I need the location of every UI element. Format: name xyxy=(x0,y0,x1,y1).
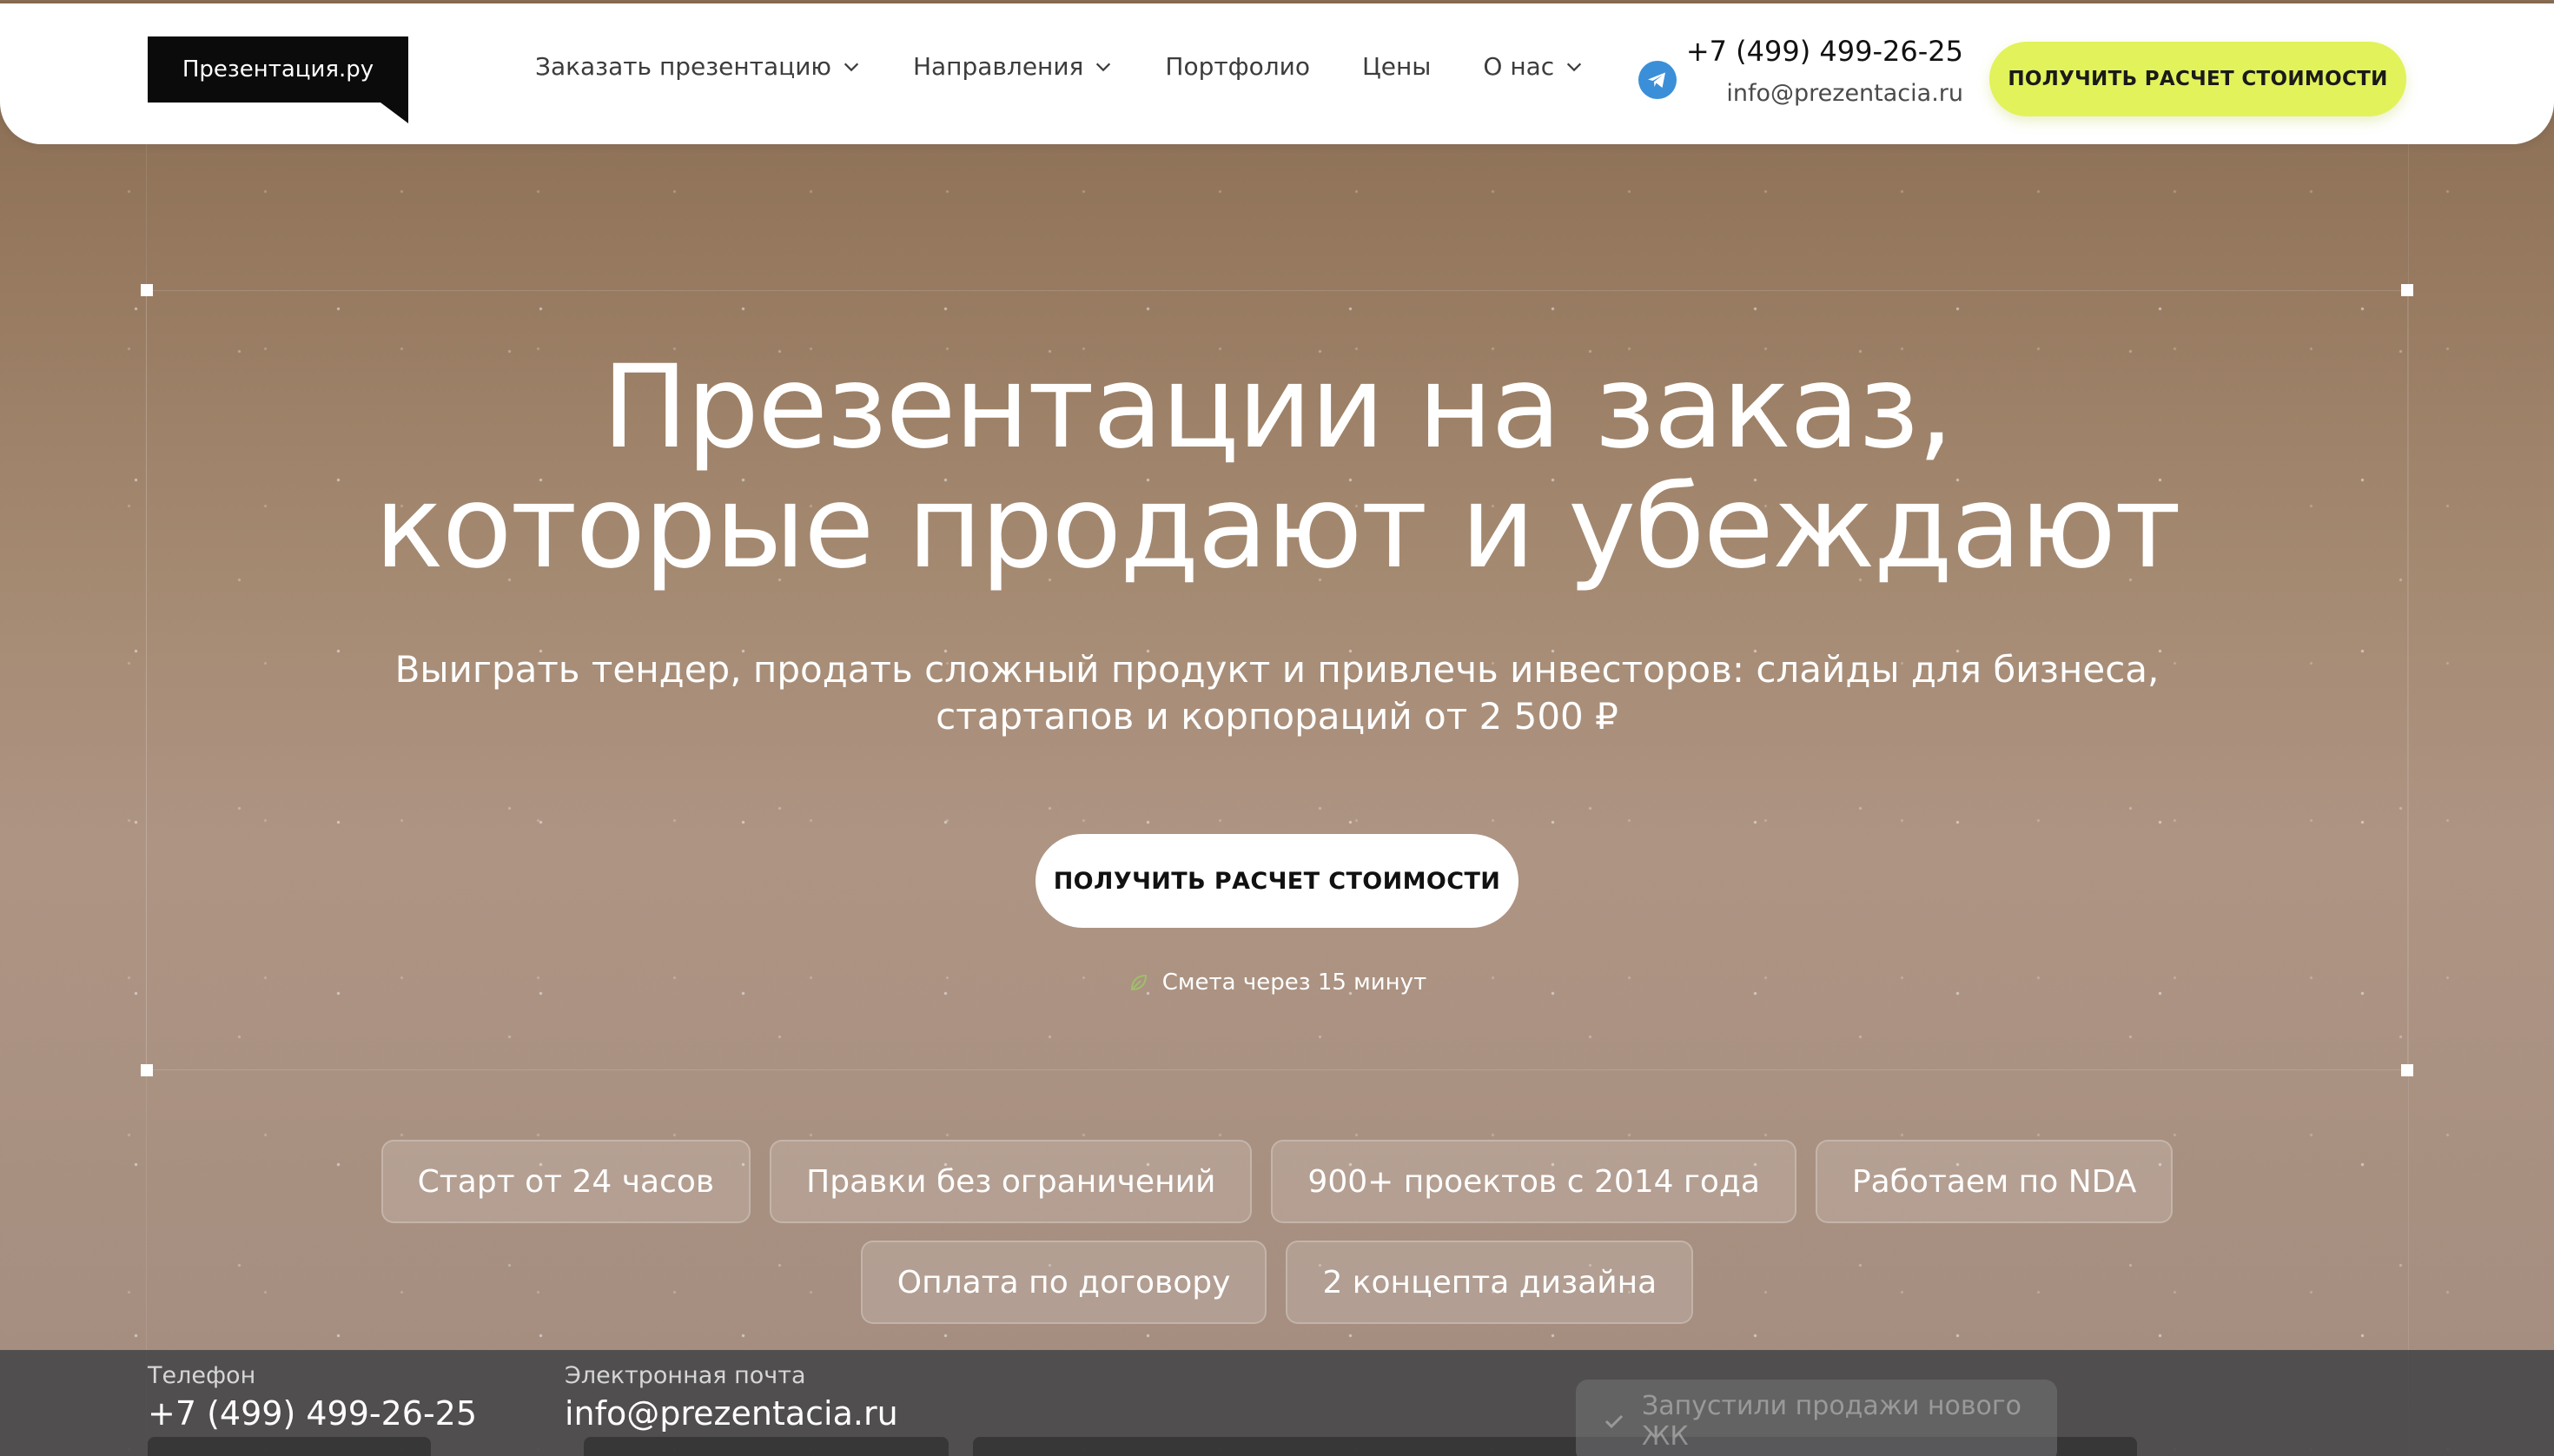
hero-title-line2: которые продают и убеждают xyxy=(374,460,2181,594)
chevron-down-icon xyxy=(1096,63,1111,71)
bottom-strip xyxy=(148,1437,431,1456)
header-get-quote-button[interactable]: ПОЛУЧИТЬ РАСЧЕТ СТОИМОСТИ xyxy=(1989,42,2406,116)
header-phone-link[interactable]: +7 (499) 499-26-25 xyxy=(1685,35,1963,68)
nav-item-label: Цены xyxy=(1361,52,1432,81)
site-header: Презентация.ру Заказать презентацию Напр… xyxy=(0,3,2554,144)
header-contacts: +7 (499) 499-26-25 info@prezentacia.ru xyxy=(1685,35,1963,107)
chevron-down-icon xyxy=(1567,63,1582,71)
logo-tail xyxy=(374,97,408,123)
notification-toast-text: Запустили продажи нового ЖК xyxy=(1642,1391,2021,1452)
nav-item-order[interactable]: Заказать презентацию xyxy=(535,52,861,81)
logo-text: Презентация.ру xyxy=(148,36,408,103)
frame-corner-bl xyxy=(141,1064,153,1076)
estimate-note-text: Смета через 15 минут xyxy=(1161,970,1427,996)
bottom-email-block: Электронная почта info@prezentacia.ru xyxy=(565,1362,898,1433)
hero-title-line1: Презентации на заказ, xyxy=(601,341,1954,474)
hero-subtitle-line1: Выиграть тендер, продать сложный продукт… xyxy=(394,648,2160,691)
check-icon xyxy=(1605,1414,1624,1429)
nav-item-prices[interactable]: Цены xyxy=(1362,52,1431,81)
notification-toast[interactable]: Запустили продажи нового ЖК xyxy=(1576,1380,2057,1456)
nav-item-label: Заказать презентацию xyxy=(535,52,831,81)
chevron-down-icon xyxy=(844,63,859,71)
hero-title: Презентации на заказ, которые продают и … xyxy=(0,347,2554,587)
bottom-phone-label: Телефон xyxy=(148,1362,256,1389)
bottom-phone-block: Телефон +7 (499) 499-26-25 xyxy=(148,1362,477,1433)
feature-tag: Оплата по договору xyxy=(860,1241,1267,1324)
telegram-icon[interactable] xyxy=(1638,61,1677,99)
frame-corner-br xyxy=(2401,1064,2413,1076)
nav-item-label: О нас xyxy=(1483,52,1555,81)
main-nav: Заказать презентацию Направления Портфол… xyxy=(535,52,1584,81)
nav-item-label: Направления xyxy=(912,52,1084,81)
hero-subtitle: Выиграть тендер, продать сложный продукт… xyxy=(0,646,2554,740)
frame-corner-tr xyxy=(2401,284,2413,296)
feature-tag: Старт от 24 часов xyxy=(380,1140,751,1223)
bottom-phone-link[interactable]: +7 (499) 499-26-25 xyxy=(148,1394,477,1433)
header-email-link[interactable]: info@prezentacia.ru xyxy=(1685,80,1963,107)
nav-item-portfolio[interactable]: Портфолио xyxy=(1165,52,1310,81)
nav-item-label: Портфолио xyxy=(1165,52,1310,81)
feature-tag: Работаем по NDA xyxy=(1815,1140,2174,1223)
estimate-note: Смета через 15 минут xyxy=(0,970,2554,996)
frame-corner-tl xyxy=(141,284,153,296)
logo[interactable]: Презентация.ру xyxy=(148,36,408,127)
feature-tag: 900+ проектов с 2014 года xyxy=(1271,1140,1796,1223)
hero-get-quote-button[interactable]: ПОЛУЧИТЬ РАСЧЕТ СТОИМОСТИ xyxy=(1035,834,1519,928)
bottom-contact-bar: Телефон +7 (499) 499-26-25 Электронная п… xyxy=(0,1350,2554,1456)
nav-item-about[interactable]: О нас xyxy=(1483,52,1584,81)
feature-tags-row-1: Старт от 24 часов Правки без ограничений… xyxy=(0,1140,2554,1223)
feature-tag: Правки без ограничений xyxy=(770,1140,1253,1223)
bottom-email-link[interactable]: info@prezentacia.ru xyxy=(565,1394,898,1433)
feature-tags-row-2: Оплата по договору 2 концепта дизайна xyxy=(0,1241,2554,1324)
bottom-email-label: Электронная почта xyxy=(565,1362,806,1389)
leaf-icon xyxy=(1130,974,1147,991)
bottom-strip xyxy=(584,1437,949,1456)
hero-subtitle-line2: стартапов и корпораций от 2 500 ₽ xyxy=(936,695,1618,738)
nav-item-directions[interactable]: Направления xyxy=(913,52,1113,81)
feature-tag: 2 концепта дизайна xyxy=(1286,1241,1694,1324)
